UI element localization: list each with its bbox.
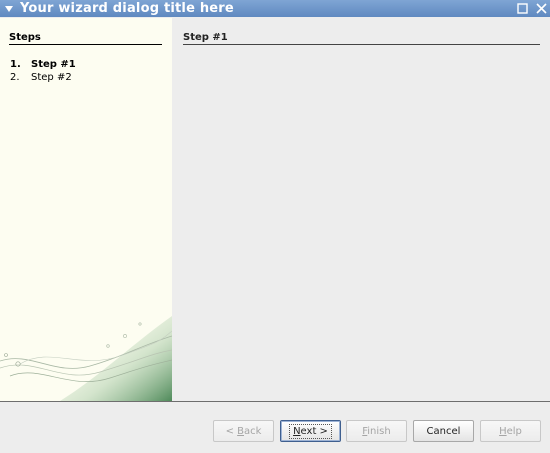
back-button-label: < Back [222,424,266,439]
finish-button-label: Finish [358,424,394,439]
help-rest: elp [506,425,522,437]
step-number: 2. [10,72,20,83]
maximize-icon[interactable] [515,0,529,17]
back-rest: ack [244,425,262,437]
step-number: 1. [10,59,21,70]
back-prefix: < [225,425,238,437]
window-titlebar[interactable]: Your wizard dialog title here [0,0,550,17]
button-bar-separator [0,401,550,402]
next-rest: ext > [300,425,328,437]
next-button[interactable]: Next > [280,420,341,442]
back-mnemonic: B [237,425,244,437]
finish-button[interactable]: Finish [346,420,407,442]
step-content-panel: Step #1 [172,18,550,401]
step-item-2: 2. Step #2 [10,71,76,84]
next-mnemonic: N [293,425,301,437]
steps-list: 1. Step #1 2. Step #2 [10,58,76,84]
cancel-button-label: Cancel [426,425,461,437]
back-button[interactable]: < Back [213,420,274,442]
step-label: Step #1 [31,59,76,70]
window-menu-icon[interactable] [0,0,18,17]
step-label: Step #2 [31,72,72,83]
step-content-header: Step #1 [183,32,540,45]
help-button-label: Help [495,424,526,439]
decorative-swirl-graphic [0,316,172,401]
steps-panel: Steps 1. Step #1 2. Step #2 [0,18,172,401]
help-button[interactable]: Help [480,420,541,442]
help-mnemonic: H [499,425,507,437]
next-button-label: Next > [289,423,332,439]
steps-header: Steps [9,32,162,45]
cancel-button[interactable]: Cancel [413,420,474,442]
step-item-1: 1. Step #1 [10,58,76,71]
finish-rest: inish [367,425,391,437]
close-icon[interactable] [534,0,548,17]
window-title: Your wizard dialog title here [20,1,234,16]
